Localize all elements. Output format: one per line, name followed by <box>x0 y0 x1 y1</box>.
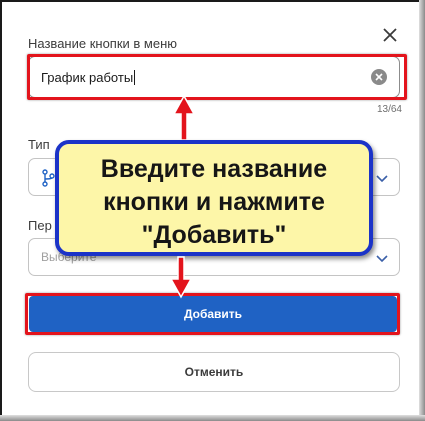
button-name-label: Название кнопки в меню <box>28 36 178 51</box>
instruction-callout: Введите название кнопки и нажмите "Добав… <box>55 140 373 256</box>
type-label: Тип <box>28 137 50 152</box>
chevron-down-icon <box>375 171 389 189</box>
close-icon[interactable] <box>380 25 400 45</box>
cancel-button[interactable]: Отменить <box>28 352 400 392</box>
frame-shadow-bottom <box>0 415 425 421</box>
add-button-highlight-outline <box>25 293 400 335</box>
arrow-icon <box>169 255 193 304</box>
period-label: Пер <box>28 218 52 233</box>
chevron-down-icon <box>375 251 389 269</box>
character-counter: 13/64 <box>376 104 402 115</box>
input-highlight-outline <box>27 54 407 100</box>
branch-icon <box>41 169 55 192</box>
frame-shadow-right <box>419 0 425 421</box>
